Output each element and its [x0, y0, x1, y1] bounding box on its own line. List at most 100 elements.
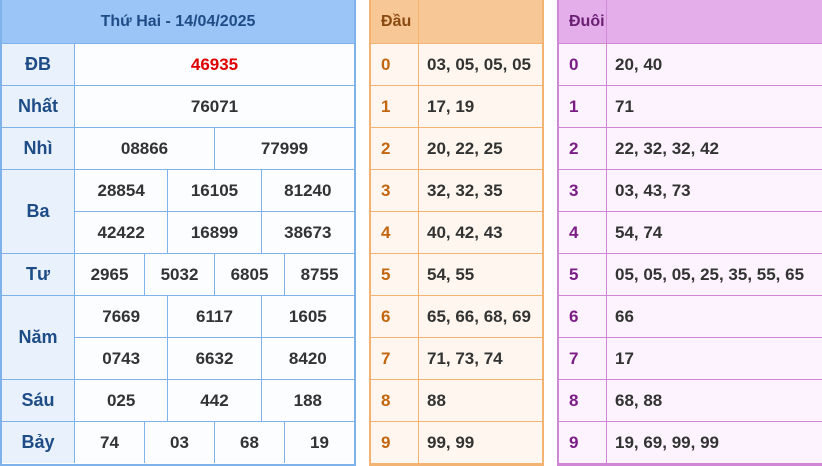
- dau-header-row: Đầu: [371, 0, 542, 44]
- results-date-title: Thứ Hai - 14/04/2025: [2, 0, 354, 44]
- duoi-digit: 5: [559, 254, 607, 295]
- prize-label: ĐB: [2, 44, 75, 85]
- prize-label: Nhì: [2, 128, 75, 169]
- dau-digit: 7: [371, 338, 419, 379]
- prize-number: 19: [285, 422, 354, 463]
- dau-digit: 0: [371, 44, 419, 85]
- duoi-digit: 8: [559, 380, 607, 421]
- duoi-numbers: 19, 69, 99, 99: [615, 432, 719, 452]
- prize-lines: 2965 5032 6805 8755: [75, 254, 354, 295]
- prize-number: 68: [215, 422, 285, 463]
- prize-number: 6117: [168, 296, 262, 337]
- prize-row: Sáu 025 442 188: [2, 380, 354, 422]
- prize-number: 0743: [75, 338, 169, 379]
- duoi-row: 0 20, 40: [559, 44, 822, 86]
- prize-rows: ĐB 46935 Nhất 76071 Nhì 08866 77999 Ba 28854 1610…: [2, 44, 354, 463]
- prize-row: ĐB 46935: [2, 44, 354, 86]
- prize-number: 08866: [75, 128, 215, 169]
- prize-lines: 46935: [75, 44, 354, 85]
- prize-number: 025: [75, 380, 169, 421]
- dau-numbers: 03, 05, 05, 05: [427, 54, 531, 74]
- dau-numbers: 32, 32, 35: [427, 180, 503, 200]
- duoi-row: 7 17: [559, 338, 822, 380]
- duoi-row: 2 22, 32, 32, 42: [559, 128, 822, 170]
- dau-row: 0 03, 05, 05, 05: [371, 44, 542, 86]
- prize-number: 77999: [215, 128, 354, 169]
- results-table: Thứ Hai - 14/04/2025 ĐB 46935 Nhất 76071 Nhì…: [0, 0, 356, 466]
- duoi-digit: 9: [559, 422, 607, 463]
- duoi-header: Đuôi: [559, 0, 607, 43]
- dau-digit: 9: [371, 422, 419, 463]
- duoi-header-spacer: [607, 0, 822, 43]
- prize-number: 76071: [75, 86, 354, 127]
- prize-number: 6805: [215, 254, 285, 295]
- dau-rows: 0 03, 05, 05, 05 1 17, 19 2 20, 22, 25 3 32, 32…: [371, 44, 542, 464]
- duoi-row: 3 03, 43, 73: [559, 170, 822, 212]
- duoi-row: 9 19, 69, 99, 99: [559, 422, 822, 464]
- dau-digit: 6: [371, 296, 419, 337]
- duoi-digit: 2: [559, 128, 607, 169]
- dau-digit: 2: [371, 128, 419, 169]
- dau-row: 8 88: [371, 380, 542, 422]
- duoi-digit: 0: [559, 44, 607, 85]
- prize-line: 76071: [75, 86, 354, 127]
- prize-number: 2965: [75, 254, 145, 295]
- prize-line: 74 03 68 19: [75, 422, 354, 463]
- prize-line: 28854 16105 81240: [75, 170, 354, 212]
- duoi-numbers: 03, 43, 73: [615, 180, 691, 200]
- dau-row: 2 20, 22, 25: [371, 128, 542, 170]
- dau-numbers: 20, 22, 25: [427, 138, 503, 158]
- duoi-row: 6 66: [559, 296, 822, 338]
- prize-label: Nhất: [2, 86, 75, 127]
- prize-label: Sáu: [2, 380, 75, 421]
- dau-digit: 8: [371, 380, 419, 421]
- prize-number: 28854: [75, 170, 169, 211]
- dau-digit: 5: [371, 254, 419, 295]
- duoi-numbers: 20, 40: [615, 54, 663, 74]
- prize-lines: 76071: [75, 86, 354, 127]
- duoi-digit: 7: [559, 338, 607, 379]
- dau-row: 1 17, 19: [371, 86, 542, 128]
- prize-row: Năm 7669 6117 1605 0743 6632 8420: [2, 296, 354, 380]
- prize-number: 42422: [75, 212, 169, 253]
- duoi-row: 4 54, 74: [559, 212, 822, 254]
- prize-row: Ba 28854 16105 81240 42422 16899 38673: [2, 170, 354, 254]
- dau-header: Đầu: [371, 0, 419, 43]
- duoi-rows: 0 20, 40 1 71 2 22, 32, 32, 42 3 03, 43, 73 4 54,…: [559, 44, 822, 464]
- duoi-numbers: 66: [615, 306, 634, 326]
- prize-row: Nhì 08866 77999: [2, 128, 354, 170]
- prize-lines: 28854 16105 81240 42422 16899 38673: [75, 170, 354, 253]
- prize-number: 442: [168, 380, 262, 421]
- dau-row: 3 32, 32, 35: [371, 170, 542, 212]
- dau-row: 7 71, 73, 74: [371, 338, 542, 380]
- prize-line: 2965 5032 6805 8755: [75, 254, 354, 295]
- dau-numbers: 88: [427, 390, 446, 410]
- dau-row: 5 54, 55: [371, 254, 542, 296]
- special-prize-number: 46935: [75, 44, 354, 85]
- dau-numbers: 71, 73, 74: [427, 348, 503, 368]
- prize-label: Năm: [2, 296, 75, 379]
- prize-lines: 025 442 188: [75, 380, 354, 421]
- prize-number: 16899: [168, 212, 262, 253]
- dau-digit: 3: [371, 170, 419, 211]
- prize-line: 0743 6632 8420: [75, 338, 354, 379]
- dau-digit: 1: [371, 86, 419, 127]
- prize-number: 8420: [261, 338, 354, 379]
- dau-numbers: 65, 66, 68, 69: [427, 306, 531, 326]
- dau-row: 6 65, 66, 68, 69: [371, 296, 542, 338]
- prize-number: 03: [145, 422, 215, 463]
- prize-line: 46935: [75, 44, 354, 85]
- prize-number: 38673: [261, 212, 354, 253]
- prize-lines: 74 03 68 19: [75, 422, 354, 463]
- dau-header-spacer: [419, 0, 542, 43]
- duoi-row: 5 05, 05, 05, 25, 35, 55, 65: [559, 254, 822, 296]
- prize-lines: 08866 77999: [75, 128, 354, 169]
- duoi-numbers: 68, 88: [615, 390, 663, 410]
- dau-table: Đầu 0 03, 05, 05, 05 1 17, 19 2 20, 22, 25 3 32…: [369, 0, 544, 466]
- duoi-digit: 3: [559, 170, 607, 211]
- duoi-row: 1 71: [559, 86, 822, 128]
- duoi-header-row: Đuôi: [559, 0, 822, 44]
- duoi-table: Đuôi 0 20, 40 1 71 2 22, 32, 32, 42 3 03, 43, 7…: [557, 0, 822, 466]
- prize-label: Ba: [2, 170, 75, 253]
- prize-number: 188: [261, 380, 354, 421]
